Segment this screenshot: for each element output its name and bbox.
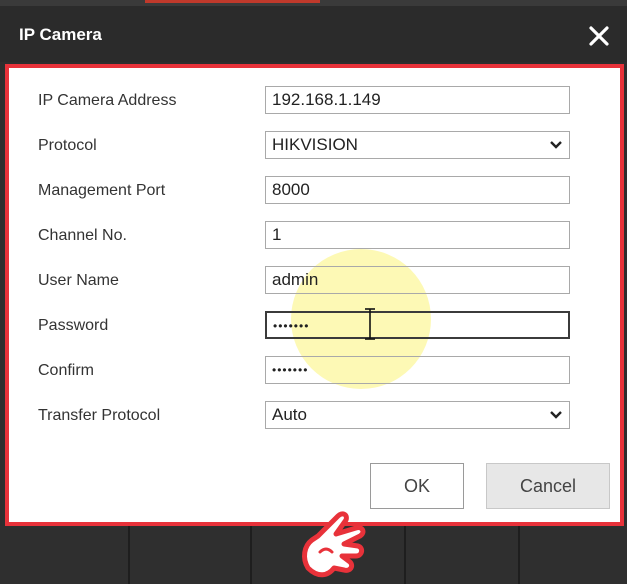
protocol-label: Protocol (38, 137, 97, 154)
panel-divider (250, 526, 252, 584)
management-port-label: Management Port (38, 182, 166, 199)
ip-address-input[interactable]: 192.168.1.149 (265, 86, 570, 114)
transfer-protocol-label: Transfer Protocol (38, 407, 161, 424)
dialog-title: IP Camera (19, 25, 102, 44)
chevron-down-icon (550, 411, 562, 419)
text-cursor-icon (365, 308, 375, 340)
dialog-titlebar: IP Camera (0, 6, 627, 62)
top-accent-bar (145, 0, 320, 3)
channel-no-input[interactable]: 1 (265, 221, 570, 249)
protocol-select[interactable]: HIKVISION (265, 131, 570, 159)
user-name-label: User Name (38, 272, 119, 289)
row-ip-address: IP Camera Address 192.168.1.149 (9, 86, 620, 116)
panel-divider (404, 526, 406, 584)
user-name-input[interactable]: admin (265, 266, 570, 294)
ip-camera-form: IP Camera Address 192.168.1.149 Protocol… (5, 64, 624, 526)
password-label: Password (38, 317, 109, 334)
row-channel-no: Channel No. 1 (9, 221, 620, 251)
chevron-down-icon (550, 141, 562, 149)
management-port-input[interactable]: 8000 (265, 176, 570, 204)
password-input[interactable]: ••••••• (265, 308, 570, 340)
row-protocol: Protocol HIKVISION (9, 131, 620, 161)
password-value: ••••••• (273, 319, 310, 333)
panel-divider (128, 526, 130, 584)
confirm-label: Confirm (38, 362, 95, 379)
confirm-input[interactable]: ••••••• (265, 356, 570, 384)
row-transfer-protocol: Transfer Protocol Auto (9, 401, 620, 431)
protocol-value: HIKVISION (272, 135, 358, 154)
transfer-protocol-select[interactable]: Auto (265, 401, 570, 429)
row-management-port: Management Port 8000 (9, 176, 620, 206)
ok-button[interactable]: OK (370, 463, 464, 509)
row-user-name: User Name admin (9, 266, 620, 296)
row-password: Password ••••••• (9, 308, 620, 341)
row-confirm: Confirm ••••••• (9, 356, 620, 386)
channel-no-label: Channel No. (38, 227, 127, 244)
cancel-button[interactable]: Cancel (486, 463, 610, 509)
panel-divider (518, 526, 520, 584)
transfer-protocol-value: Auto (272, 405, 307, 424)
pointing-hand-icon (302, 511, 366, 578)
close-icon[interactable] (586, 23, 612, 49)
ip-address-label: IP Camera Address (38, 92, 177, 109)
